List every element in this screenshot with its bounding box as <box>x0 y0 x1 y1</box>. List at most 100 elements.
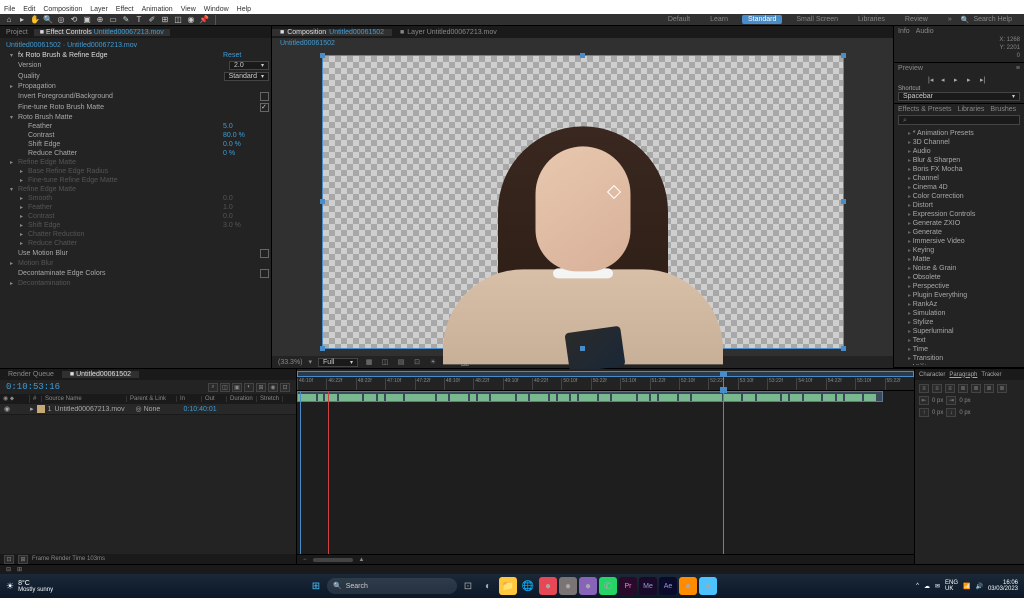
exposure-icon[interactable]: ☀ <box>428 358 438 366</box>
layer-color-swatch[interactable] <box>37 405 45 413</box>
draft-3d-icon[interactable]: ▣ <box>232 383 242 392</box>
panel-menu-icon[interactable]: ≡ <box>1016 65 1020 72</box>
mask-icon[interactable]: ◫ <box>380 358 390 366</box>
roto-span-segment[interactable] <box>579 394 597 401</box>
guides-icon[interactable]: ▤ <box>396 358 406 366</box>
whatsapp-icon[interactable]: ✆ <box>599 577 617 595</box>
roto-span-segment[interactable] <box>558 394 570 401</box>
zoom-slider[interactable] <box>313 558 353 562</box>
roto-span-segment[interactable] <box>405 394 434 401</box>
justify-all-icon[interactable]: ≣ <box>997 384 1007 393</box>
menu-effect[interactable]: Effect <box>116 6 134 13</box>
layer-in[interactable]: 0:10:40:01 <box>184 406 214 413</box>
cloud-icon[interactable]: ☁ <box>924 583 930 590</box>
menu-window[interactable]: Window <box>204 6 229 13</box>
effects-category[interactable]: Text <box>900 336 1018 345</box>
param-value[interactable]: 0 % <box>219 150 269 157</box>
weather-icon[interactable]: ☀ <box>6 581 14 592</box>
effects-category[interactable]: RankAz <box>900 300 1018 309</box>
roto-span-segment[interactable] <box>845 394 863 401</box>
tab-brushes[interactable]: Brushes <box>990 106 1016 113</box>
roto-span-segment[interactable] <box>743 394 755 401</box>
tray-icon[interactable]: ✉ <box>935 583 940 590</box>
effects-category[interactable]: Simulation <box>900 309 1018 318</box>
effects-search-input[interactable] <box>898 115 1020 125</box>
app-icon[interactable]: ● <box>559 577 577 595</box>
tab-render-queue[interactable]: Render Queue <box>0 371 62 378</box>
tab-libraries[interactable]: Libraries <box>958 106 985 113</box>
motion-blur-icon[interactable]: ◉ <box>268 383 278 392</box>
shape-tool-icon[interactable]: ▭ <box>108 15 118 25</box>
tab-effects-presets[interactable]: Effects & Presets <box>898 106 952 113</box>
align-right-icon[interactable]: ≡ <box>945 384 955 393</box>
shy-icon[interactable]: ◐ <box>244 383 254 392</box>
param-checkbox[interactable] <box>260 103 269 112</box>
roto-span-segment[interactable] <box>517 394 529 401</box>
widgets-icon[interactable]: ◐ <box>479 577 497 595</box>
effects-category[interactable]: Perspective <box>900 282 1018 291</box>
effects-category[interactable]: Transition <box>900 354 1018 363</box>
effects-category[interactable]: Obsolete <box>900 273 1018 282</box>
menu-animation[interactable]: Animation <box>142 6 173 13</box>
pen-tool-icon[interactable]: ✎ <box>121 15 131 25</box>
effects-category[interactable]: Noise & Grain <box>900 264 1018 273</box>
prev-frame-icon[interactable]: ◂ <box>941 76 951 84</box>
orbit-tool-icon[interactable]: ◎ <box>56 15 66 25</box>
tab-project[interactable]: Project <box>0 29 34 36</box>
tab-audio[interactable]: Audio <box>916 28 934 35</box>
roto-span-segment[interactable] <box>491 394 514 401</box>
tab-composition[interactable]: ■ Composition Untitled00061502 <box>272 29 392 36</box>
search-help-label[interactable]: Search Help <box>973 16 1012 23</box>
effects-category[interactable]: Distort <box>900 201 1018 210</box>
comp-flow-icon[interactable]: ◫ <box>220 383 230 392</box>
wifi-icon[interactable]: 📶 <box>963 583 970 590</box>
last-frame-icon[interactable]: ▸| <box>980 76 990 84</box>
zoom-in-icon[interactable]: ▲ <box>359 557 365 563</box>
search-layers-icon[interactable]: ⌕ <box>208 383 218 392</box>
effects-category[interactable]: Matte <box>900 255 1018 264</box>
effects-category[interactable]: Color Correction <box>900 192 1018 201</box>
tab-preview[interactable]: Preview <box>898 65 923 72</box>
roto-span-segment[interactable] <box>679 394 691 401</box>
tab-tracker[interactable]: Tracker <box>981 372 1001 378</box>
roto-span-segment[interactable] <box>837 394 843 401</box>
zoom-tool-icon[interactable]: 🔍 <box>43 15 53 25</box>
graph-editor-icon[interactable]: ⊡ <box>280 383 290 392</box>
roto-span-segment[interactable] <box>804 394 822 401</box>
param-checkbox[interactable] <box>260 249 269 258</box>
effects-category[interactable]: Channel <box>900 174 1018 183</box>
app-icon[interactable]: ● <box>579 577 597 595</box>
tab-timeline-comp[interactable]: ■ Untitled00061502 <box>62 371 139 378</box>
effects-category[interactable]: Time <box>900 345 1018 354</box>
roto-span-segment[interactable] <box>757 394 780 401</box>
toggle-modes-icon[interactable]: ⊞ <box>18 555 28 564</box>
workspace-libraries[interactable]: Libraries <box>852 15 891 24</box>
menu-edit[interactable]: Edit <box>23 6 35 13</box>
tab-effect-controls[interactable]: ■ Effect Controls Untitled00067213.mov <box>34 29 170 36</box>
chrome-icon[interactable]: 🌐 <box>519 577 537 595</box>
visibility-icon[interactable]: ◉ <box>4 405 10 413</box>
workspace-more-icon[interactable]: » <box>942 15 958 24</box>
volume-icon[interactable]: 🔊 <box>975 583 982 590</box>
puppet-tool-icon[interactable]: 📌 <box>199 15 209 25</box>
play-icon[interactable]: ▸ <box>954 76 964 84</box>
roto-span-segment[interactable] <box>478 394 490 401</box>
current-timecode[interactable]: 0:10:53:16 <box>0 380 66 394</box>
roto-span-segment[interactable] <box>450 394 468 401</box>
effects-category[interactable]: Expression Controls <box>900 210 1018 219</box>
roto-span-segment[interactable] <box>550 394 556 401</box>
zoom-in-status-icon[interactable]: ⊞ <box>17 566 22 573</box>
transform-handle[interactable] <box>320 53 325 58</box>
roto-span-segment[interactable] <box>782 394 788 401</box>
zoom-level[interactable]: (33.3%) <box>278 359 303 366</box>
hand-tool-icon[interactable]: ✋ <box>30 15 40 25</box>
param-dropdown[interactable]: 2.0 <box>229 61 269 70</box>
home-icon[interactable]: ⌂ <box>4 15 14 25</box>
effects-category[interactable]: Boris FX Mocha <box>900 165 1018 174</box>
effects-category[interactable]: Plugin Everything <box>900 291 1018 300</box>
toggle-switches-icon[interactable]: ⊡ <box>4 555 14 564</box>
effects-category[interactable]: Keying <box>900 246 1018 255</box>
effects-category[interactable]: Stylize <box>900 318 1018 327</box>
param-checkbox[interactable] <box>260 92 269 101</box>
layer-parent[interactable]: ◎ None <box>136 405 181 413</box>
